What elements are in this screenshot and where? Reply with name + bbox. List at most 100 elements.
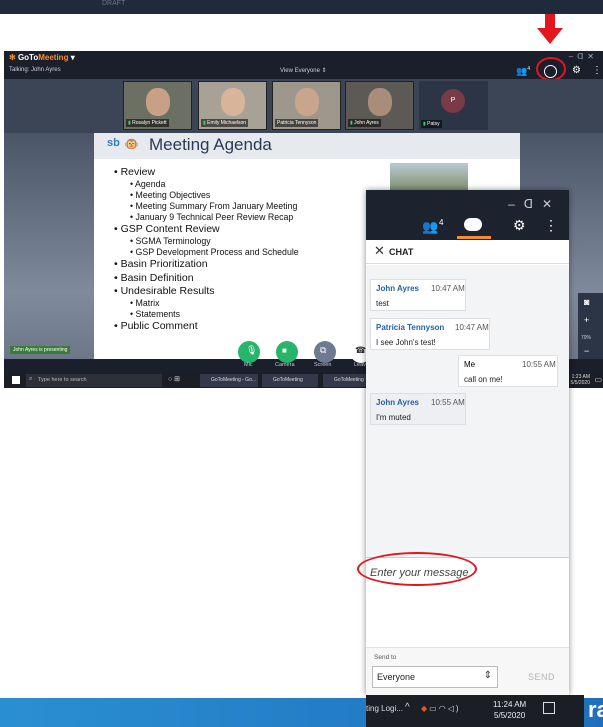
attendee-avatar: P bbox=[441, 89, 465, 113]
attendee-name: Patsy bbox=[427, 121, 440, 127]
attendee-label: ▮ Emily Michaelson bbox=[201, 119, 249, 127]
taskbar-time: 11:24 AM bbox=[493, 700, 527, 709]
taskbar-app-label: GoToMeeting bbox=[273, 377, 303, 383]
attendee-video bbox=[221, 88, 245, 116]
slide-bullet: • Public Comment bbox=[114, 320, 198, 332]
gear-icon[interactable]: ⚙ bbox=[513, 217, 526, 234]
send-button[interactable]: SEND bbox=[528, 672, 555, 682]
message-text: I see John's test! bbox=[376, 338, 436, 347]
attendee-name: Emily Michaelson bbox=[207, 120, 247, 126]
slide-bullet: • Undesirable Results bbox=[114, 284, 215, 297]
send-to-select[interactable]: Everyone ⇕ bbox=[372, 666, 498, 688]
mic-button[interactable]: 🎙 bbox=[238, 341, 260, 363]
camera-button[interactable]: ■ bbox=[276, 341, 298, 363]
slide-sub-bullet: • January 9 Technical Peer Review Recap bbox=[130, 212, 294, 223]
screen-share-icon: ⧉ bbox=[320, 345, 327, 355]
attendee-thumbnail[interactable]: ▮ Emily Michaelson bbox=[198, 81, 267, 130]
task-view-icon[interactable]: ○ ⊞ bbox=[168, 375, 180, 383]
attendee-thumbnail[interactable]: P ▮ Patsy bbox=[419, 81, 488, 130]
system-tray-icons[interactable]: ◆▭◠◁) bbox=[421, 704, 461, 713]
gtm-logo-prefix: GoTo bbox=[17, 53, 39, 62]
input-highlight-ring bbox=[357, 552, 477, 586]
slide-sub-bullet: • Matrix bbox=[130, 298, 160, 308]
slide-sub-bullet: • Meeting Summary From January Meeting bbox=[130, 201, 298, 212]
view-selector[interactable]: View Everyone ⇕ bbox=[280, 67, 327, 74]
active-tab-indicator bbox=[457, 236, 491, 239]
attendee-thumbnail[interactable]: ▮ Rosalyn Pickett bbox=[123, 81, 192, 130]
chat-message: John Ayres 10:55 AM I'm muted bbox=[370, 393, 466, 425]
red-arrow-icon bbox=[537, 14, 563, 44]
windows-start-icon[interactable] bbox=[12, 376, 20, 384]
gtm-window-controls[interactable]: –ᗡ✕ bbox=[569, 52, 598, 61]
chat-composer bbox=[357, 552, 569, 647]
gtm-logo-suffix: Meeting bbox=[38, 53, 69, 62]
app-tray-icon: ◆ bbox=[421, 704, 430, 713]
message-time: 10:55 AM bbox=[522, 360, 556, 369]
chat-title: CHAT bbox=[389, 247, 414, 257]
attendee-video bbox=[146, 88, 170, 116]
people-icon[interactable]: 👥 bbox=[422, 219, 438, 235]
talking-indicator: Talking: John Ayres bbox=[9, 67, 61, 73]
taskbar-app[interactable]: GoToMeeting bbox=[323, 374, 369, 387]
zoom-in-icon[interactable]: + bbox=[584, 315, 589, 325]
message-time: 10:47 AM bbox=[431, 284, 465, 293]
people-icon[interactable]: 👥4 bbox=[516, 66, 530, 77]
more-vertical-icon[interactable]: ⋮ bbox=[544, 217, 558, 234]
presenting-badge: John Ayres is presenting bbox=[10, 346, 71, 354]
chat-bubble-icon[interactable] bbox=[464, 218, 482, 231]
message-time: 10:47 AM bbox=[455, 323, 489, 332]
send-area: Send to Everyone ⇕ SEND bbox=[366, 647, 569, 695]
attendee-thumbnail[interactable]: ▮ John Ayres bbox=[345, 81, 414, 130]
taskbar-date: 5/5/2020 bbox=[570, 379, 590, 386]
mic-label: Mic bbox=[244, 362, 253, 368]
attendee-video bbox=[295, 88, 319, 116]
taskbar-app[interactable]: GoToMeeting - Go... bbox=[200, 374, 258, 387]
taskbar-app[interactable]: GoToMeeting bbox=[262, 374, 318, 387]
camera-icon[interactable]: ◙ bbox=[584, 297, 589, 307]
attendee-name: Patricia Tennyson bbox=[277, 120, 317, 126]
attendee-label: Patricia Tennyson bbox=[275, 119, 319, 127]
slide-sub-bullet: • Statements bbox=[130, 309, 181, 319]
attendee-label: ▮ Patsy bbox=[421, 120, 442, 128]
chat-window-controls[interactable]: –ᗡ✕ bbox=[508, 197, 561, 211]
message-text: call on me! bbox=[464, 375, 503, 384]
search-icon: ⌕ bbox=[29, 376, 33, 382]
taskbar-date: 5/5/2020 bbox=[494, 711, 526, 720]
gtm-logo[interactable]: ✻ GoToMeeting ▾ bbox=[9, 53, 75, 62]
message-sender: John Ayres bbox=[376, 398, 419, 407]
gtm-logo-mark-icon: ✻ bbox=[9, 53, 16, 62]
send-to-value: Everyone bbox=[377, 672, 416, 682]
notification-icon[interactable] bbox=[543, 702, 555, 714]
slide-bullet: • GSP Content Review bbox=[114, 223, 220, 236]
close-icon[interactable]: ✕ bbox=[374, 243, 385, 259]
message-text: test bbox=[376, 299, 389, 308]
bottom-taskbar: ting Logi... ^ ◆▭◠◁) 11:24 AM 5/5/2020 bbox=[366, 695, 584, 727]
slide-logo: sb bbox=[107, 137, 120, 149]
phone-hangup-icon: ☎ bbox=[355, 345, 367, 355]
notification-icon[interactable]: ▭ bbox=[594, 375, 602, 384]
attendee-video bbox=[368, 88, 392, 116]
slide-bullet: • Basin Prioritization bbox=[114, 258, 208, 271]
slide-sub-bullet: • Meeting Objectives bbox=[130, 190, 211, 201]
attendee-name: Rosalyn Pickett bbox=[132, 120, 167, 126]
more-vertical-icon[interactable]: ⋮ bbox=[592, 65, 602, 76]
taskbar-app-fragment[interactable]: ting Logi... bbox=[366, 704, 403, 713]
attendee-thumbnail[interactable]: Patricia Tennyson bbox=[272, 81, 341, 130]
gear-icon[interactable]: ⚙ bbox=[572, 65, 581, 76]
taskbar-app-label: GoToMeeting - Go... bbox=[211, 377, 257, 383]
chat-message-list: John Ayres 10:47 AM test Patricia Tennys… bbox=[366, 265, 569, 557]
chevron-up-icon[interactable]: ^ bbox=[405, 702, 410, 713]
taskbar-clock[interactable]: 1:23 AM 5/5/2020 bbox=[570, 374, 590, 386]
taskbar-search[interactable]: ⌕ Type here to search bbox=[26, 374, 162, 387]
attendee-label: ▮ John Ayres bbox=[348, 119, 381, 127]
slide-sub-bullet: • SGMA Terminology bbox=[130, 236, 211, 247]
camera-label: Camera bbox=[275, 362, 295, 368]
zoom-level: 70% bbox=[581, 335, 592, 341]
zoom-out-icon[interactable]: − bbox=[584, 346, 589, 356]
chat-message: Patricia Tennyson 10:47 AM I see John's … bbox=[370, 318, 490, 350]
screen-button[interactable]: ⧉ bbox=[314, 341, 336, 363]
taskbar-clock[interactable]: 11:24 AM 5/5/2020 bbox=[493, 699, 526, 721]
volume-icon: ◁) bbox=[447, 704, 461, 713]
updown-icon: ⇕ bbox=[321, 68, 327, 74]
attendee-thumbnail-row: ▮ Rosalyn Pickett ▮ Emily Michaelson Pat… bbox=[4, 79, 603, 133]
